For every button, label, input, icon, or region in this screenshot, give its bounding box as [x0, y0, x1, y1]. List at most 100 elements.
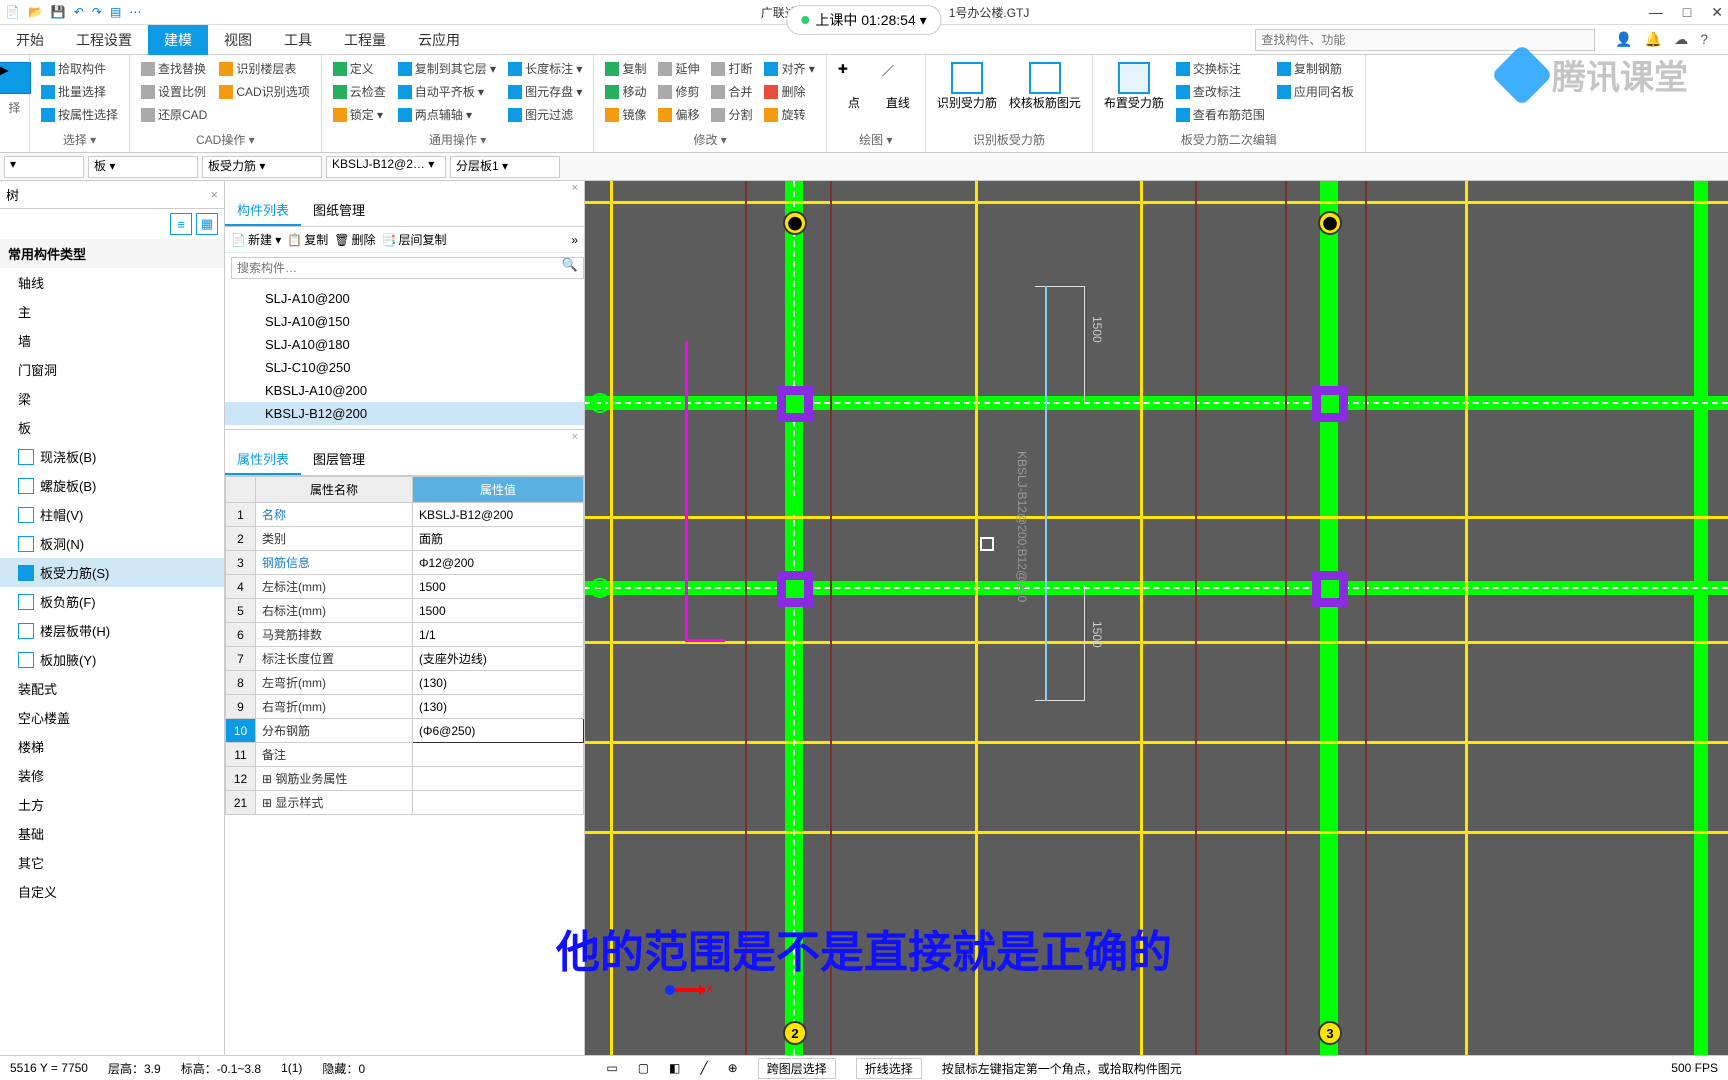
nav-slab-haunch[interactable]: 板加腋(Y)	[0, 645, 224, 674]
nav-item-custom[interactable]: 自定义	[0, 877, 224, 906]
prop-value-right-dim[interactable]: 1500	[412, 599, 583, 623]
nav-slab-negative[interactable]: 板负筋(F)	[0, 587, 224, 616]
prop-value-category[interactable]: 面筋	[412, 527, 583, 551]
nav-slab-hole[interactable]: 板洞(N)	[0, 529, 224, 558]
offset-button[interactable]: 偏移	[655, 105, 702, 124]
delete-button[interactable]: 删除	[761, 82, 817, 101]
nav-item-finish[interactable]: 装修	[0, 761, 224, 790]
prop-expand-rebar[interactable]: ⊞ 钢筋业务属性	[256, 767, 413, 791]
qat-open-icon[interactable]: 📂	[28, 5, 43, 19]
rotate-button[interactable]: 旋转	[761, 105, 817, 124]
merge-button[interactable]: 合并	[708, 82, 755, 101]
check-rebar-button[interactable]: 校核板筋图元	[1006, 59, 1084, 129]
nav-column-cap[interactable]: 柱帽(V)	[0, 500, 224, 529]
prop-value-left-dim[interactable]: 1500	[412, 575, 583, 599]
nav-item-hollow[interactable]: 空心楼盖	[0, 703, 224, 732]
tab-modeling[interactable]: 建模	[148, 25, 208, 55]
prop-value-stirrup[interactable]: 1/1	[412, 623, 583, 647]
user-icon[interactable]: 👤	[1615, 31, 1632, 48]
cloud-icon[interactable]: ☁	[1674, 31, 1688, 48]
set-scale-button[interactable]: 设置比例	[138, 82, 210, 101]
apply-same-name-button[interactable]: 应用同名板	[1274, 82, 1357, 101]
tree-view-grid-icon[interactable]: ▦	[196, 213, 218, 235]
qat-more-icon[interactable]: ⋯	[129, 5, 141, 19]
prop-value-rebar-info[interactable]: Φ12@200	[412, 551, 583, 575]
status-tool-icon[interactable]: ◧	[669, 1061, 680, 1075]
component-item[interactable]: KBSLJ-A10@200	[225, 379, 584, 402]
nav-close-icon[interactable]: ×	[210, 187, 218, 202]
copy-to-floor-button[interactable]: 复制到其它层 ▾	[395, 59, 499, 78]
nav-item-beam[interactable]: 梁	[0, 384, 224, 413]
component-item[interactable]: SLJ-A10@150	[225, 310, 584, 333]
selector-layer[interactable]: 分层板1 ▾	[450, 156, 560, 178]
line-tool-button[interactable]: ／直线	[879, 59, 917, 129]
nav-slab-rebar[interactable]: 板受力筋(S)	[0, 558, 224, 587]
select-tool-button[interactable]: ▶	[8, 59, 21, 97]
prop-value-left-bend[interactable]: (130)	[412, 671, 583, 695]
component-panel-close-icon[interactable]: ×	[225, 181, 584, 195]
window-close-icon[interactable]: ✕	[1711, 4, 1723, 21]
swap-annotation-button[interactable]: 交换标注	[1173, 59, 1268, 78]
recognize-floor-button[interactable]: 识别楼层表	[216, 59, 312, 78]
place-rebar-button[interactable]: 布置受力筋	[1101, 59, 1167, 129]
component-item[interactable]: SLJ-A10@180	[225, 333, 584, 356]
point-tool-button[interactable]: ✚点	[835, 59, 873, 129]
cloud-check-button[interactable]: 云检查	[330, 82, 389, 101]
status-tool-icon[interactable]: ▭	[606, 1061, 617, 1075]
nav-item-foundation[interactable]: 基础	[0, 819, 224, 848]
cad-options-button[interactable]: CAD识别选项	[216, 82, 312, 101]
toolbar-more-icon[interactable]: »	[571, 233, 578, 247]
tab-layer-mgmt[interactable]: 图层管理	[301, 444, 377, 475]
find-replace-button[interactable]: 查找替换	[138, 59, 210, 78]
nav-floor-strip[interactable]: 楼层板带(H)	[0, 616, 224, 645]
status-tool-icon[interactable]: ╱	[700, 1061, 707, 1075]
nav-item-slab[interactable]: 板	[0, 413, 224, 442]
trim-button[interactable]: 修剪	[655, 82, 702, 101]
auto-align-button[interactable]: 自动平齐板 ▾	[395, 82, 499, 101]
selector-component[interactable]: KBSLJ-B12@2… ▾	[326, 156, 446, 178]
prop-value-right-bend[interactable]: (130)	[412, 695, 583, 719]
qat-new-icon[interactable]: 📄	[5, 5, 20, 19]
split-button[interactable]: 分割	[708, 105, 755, 124]
nav-item-wall[interactable]: 墙	[0, 326, 224, 355]
mirror-button[interactable]: 镜像	[602, 105, 649, 124]
tab-component-list[interactable]: 构件列表	[225, 195, 301, 226]
nav-item-column[interactable]: 主	[0, 297, 224, 326]
nav-item-other[interactable]: 其它	[0, 848, 224, 877]
lock-button[interactable]: 锁定 ▾	[330, 105, 389, 124]
move-button[interactable]: 移动	[602, 82, 649, 101]
selector-1[interactable]: ▾	[4, 156, 84, 178]
tab-cloud[interactable]: 云应用	[402, 25, 476, 55]
qat-undo-icon[interactable]: ↶	[74, 5, 84, 19]
delete-component-button[interactable]: 🗑删除	[334, 231, 375, 248]
selector-category[interactable]: 板 ▾	[88, 156, 198, 178]
status-tool-icon[interactable]: ⊕	[728, 1061, 738, 1075]
tab-start[interactable]: 开始	[0, 25, 60, 55]
prop-value-dim-pos[interactable]: (支座外边线)	[412, 647, 583, 671]
pick-component-button[interactable]: 拾取构件	[38, 59, 121, 78]
status-tool-icon[interactable]: ▢	[638, 1061, 649, 1075]
select-by-prop-button[interactable]: 按属性选择	[38, 105, 121, 124]
recognize-rebar-button[interactable]: 识别受力筋	[934, 59, 1000, 129]
component-item-selected[interactable]: KBSLJ-B12@200	[225, 402, 584, 425]
tab-drawing-mgmt[interactable]: 图纸管理	[301, 195, 377, 226]
window-minimize-icon[interactable]: —	[1649, 4, 1663, 21]
window-maximize-icon[interactable]: □	[1683, 4, 1691, 21]
floor-copy-button[interactable]: 📑层间复制	[382, 231, 447, 248]
new-component-button[interactable]: 📄新建 ▾	[231, 231, 281, 248]
tree-view-list-icon[interactable]: ≡	[170, 213, 192, 235]
filter-button[interactable]: 图元过滤	[505, 105, 585, 124]
nav-slab-spiral[interactable]: 螺旋板(B)	[0, 471, 224, 500]
view-range-button[interactable]: 查看布筋范围	[1173, 105, 1268, 124]
tab-settings[interactable]: 工程设置	[60, 25, 148, 55]
nav-item-prefab[interactable]: 装配式	[0, 674, 224, 703]
prop-value-remark[interactable]	[412, 743, 583, 767]
save-element-button[interactable]: 图元存盘 ▾	[505, 82, 585, 101]
copy-button[interactable]: 复制	[602, 59, 649, 78]
check-annotation-button[interactable]: 查改标注	[1173, 82, 1268, 101]
help-icon[interactable]: ?	[1700, 31, 1708, 48]
component-search-input[interactable]	[231, 257, 584, 279]
selector-type[interactable]: 板受力筋 ▾	[202, 156, 322, 178]
tab-quantity[interactable]: 工程量	[328, 25, 402, 55]
qat-redo-icon[interactable]: ↷	[92, 5, 102, 19]
